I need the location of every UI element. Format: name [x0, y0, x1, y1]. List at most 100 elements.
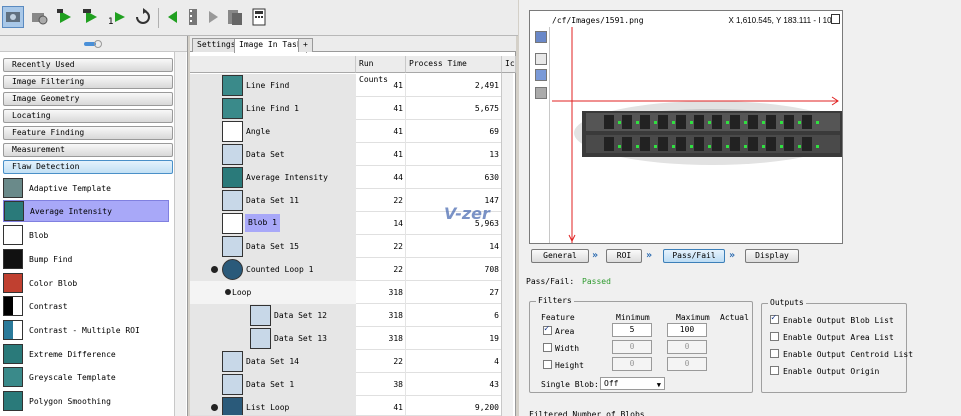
- image-viewport[interactable]: [552, 27, 842, 243]
- tab-image-in-task[interactable]: Image In Task: [234, 38, 307, 53]
- data-set-icon: [222, 144, 243, 165]
- cursor-coords: X 1,610.545, Y 183.111 - I 100: [728, 16, 837, 25]
- output-blob-list-checkbox[interactable]: [770, 313, 779, 324]
- category-feature-finding[interactable]: Feature Finding: [3, 126, 173, 140]
- tool-config-panel: /cf/Images/1591.png X 1,610.545, Y 183.1…: [519, 0, 961, 416]
- category-flaw-detection[interactable]: Flaw Detection: [3, 160, 173, 174]
- greyscale-template-icon: [3, 367, 23, 387]
- run-step-icon[interactable]: 1: [106, 6, 128, 28]
- tool-contrast-multiple-roi[interactable]: Contrast - Multiple ROI: [3, 319, 169, 341]
- category-image-geometry[interactable]: Image Geometry: [3, 92, 173, 106]
- category-recently-used[interactable]: Recently Used: [3, 58, 173, 72]
- next-icon[interactable]: [202, 6, 224, 28]
- adaptive-template-icon: [3, 178, 23, 198]
- data-set-icon: [250, 328, 271, 349]
- step-pass-fail[interactable]: Pass/Fail: [663, 249, 725, 263]
- table-row[interactable]: Data Set 1 38 43: [190, 373, 510, 396]
- table-row[interactable]: Data Set 12 318 6: [190, 304, 510, 327]
- pass-fail-status: Passed: [582, 277, 611, 286]
- tool-greyscale-template[interactable]: Greyscale Template: [3, 366, 169, 388]
- run-once-icon[interactable]: [54, 6, 76, 28]
- tool-polygon-smoothing[interactable]: Polygon Smoothing: [3, 390, 169, 412]
- film-icon[interactable]: [182, 6, 204, 28]
- table-row[interactable]: Line Find 1 41 5,675: [190, 97, 510, 120]
- step-arrow-icon: »: [646, 250, 653, 261]
- prev-icon[interactable]: [162, 6, 184, 28]
- palette-scrollbar[interactable]: [174, 52, 186, 416]
- blob-icon: [222, 213, 243, 234]
- watermark: V-zer: [444, 204, 490, 223]
- gear-camera-icon[interactable]: [28, 6, 50, 28]
- collapse-icon[interactable]: [211, 404, 218, 411]
- step-general[interactable]: General: [531, 249, 589, 263]
- table-row[interactable]: Loop 318 27: [190, 281, 510, 304]
- tab-add[interactable]: +: [298, 38, 313, 52]
- tool-color-blob[interactable]: Color Blob: [3, 272, 169, 294]
- filtered-blobs-label: Filtered Number of Blobs: [529, 410, 645, 416]
- tool-adaptive-template[interactable]: Adaptive Template: [3, 177, 169, 199]
- image-panel: /cf/Images/1591.png X 1,610.545, Y 183.1…: [529, 10, 843, 244]
- lock-icon[interactable]: [831, 14, 840, 24]
- task-panel: Settings Image In Task + Run Counts Proc…: [190, 36, 516, 416]
- table-row[interactable]: Data Set 41 13: [190, 143, 510, 166]
- polygon-smoothing-icon: [3, 391, 23, 411]
- step-display[interactable]: Display: [745, 249, 799, 263]
- table-row[interactable]: Data Set 13 318 19: [190, 327, 510, 350]
- table-row[interactable]: Data Set 15 22 14: [190, 235, 510, 258]
- height-checkbox[interactable]: [543, 360, 552, 369]
- counted-loop-icon: [222, 259, 243, 280]
- area-max-input[interactable]: 100: [667, 323, 707, 337]
- category-image-filtering[interactable]: Image Filtering: [3, 75, 173, 89]
- tool-contrast[interactable]: Contrast: [3, 295, 169, 317]
- step-roi[interactable]: ROI: [606, 249, 642, 263]
- data-set-icon: [222, 374, 243, 395]
- table-row[interactable]: Average Intensity 44 630: [190, 166, 510, 189]
- table-row[interactable]: Line Find 41 2,491: [190, 74, 510, 97]
- pointer-icon[interactable]: [535, 31, 547, 43]
- zoom-icon[interactable]: [535, 53, 547, 65]
- col-process-time[interactable]: Process Time: [406, 56, 502, 73]
- area-checkbox[interactable]: [543, 324, 552, 335]
- collapse-icon[interactable]: [211, 266, 218, 273]
- area-min-input[interactable]: 5: [612, 323, 652, 337]
- main-toolbar: 1: [0, 0, 518, 36]
- table-row[interactable]: Counted Loop 1 22 708: [190, 258, 510, 281]
- calculator-icon[interactable]: [248, 6, 270, 28]
- table-row[interactable]: List Loop 41 9,200: [190, 396, 510, 416]
- outputs-group: Outputs Enable Output Blob List Enable O…: [761, 298, 913, 393]
- category-locating[interactable]: Locating: [3, 109, 173, 123]
- list-loop-icon: [222, 397, 243, 415]
- table-row[interactable]: Data Set 14 22 4: [190, 350, 510, 373]
- output-origin-checkbox[interactable]: [770, 366, 779, 375]
- step-arrow-icon: »: [592, 250, 599, 261]
- overlay-icon[interactable]: [535, 87, 547, 99]
- data-set-icon: [222, 351, 243, 372]
- height-min-input[interactable]: 0: [612, 357, 652, 371]
- line-find-icon: [222, 75, 243, 96]
- category-measurement[interactable]: Measurement: [3, 143, 173, 157]
- single-blob-select[interactable]: Off ▼: [600, 377, 665, 390]
- tool-extreme-difference[interactable]: Extreme Difference: [3, 343, 169, 365]
- output-centroid-list-checkbox[interactable]: [770, 349, 779, 358]
- histogram-icon[interactable]: [535, 69, 547, 81]
- line-find-icon: [222, 98, 243, 119]
- output-area-list-checkbox[interactable]: [770, 332, 779, 341]
- height-max-input[interactable]: 0: [667, 357, 707, 371]
- run-continuous-icon[interactable]: [80, 6, 102, 28]
- col-run-counts[interactable]: Run Counts: [356, 56, 406, 84]
- task-scrollbar[interactable]: [501, 73, 513, 416]
- camera-settings-icon[interactable]: [2, 6, 24, 28]
- tool-average-intensity[interactable]: Average Intensity: [3, 200, 169, 222]
- copy-icon[interactable]: [224, 6, 246, 28]
- width-checkbox[interactable]: [543, 343, 552, 352]
- loop-icon[interactable]: [132, 6, 154, 28]
- extreme-difference-icon: [3, 344, 23, 364]
- width-min-input[interactable]: 0: [612, 340, 652, 354]
- width-max-input[interactable]: 0: [667, 340, 707, 354]
- palette-settings-icon[interactable]: [84, 39, 102, 49]
- col-extra[interactable]: Ic: [502, 56, 516, 73]
- collapse-icon[interactable]: [225, 289, 231, 295]
- tool-bump-find[interactable]: Bump Find: [3, 248, 169, 270]
- table-row[interactable]: Angle 41 69: [190, 120, 510, 143]
- tool-blob[interactable]: Blob: [3, 224, 169, 246]
